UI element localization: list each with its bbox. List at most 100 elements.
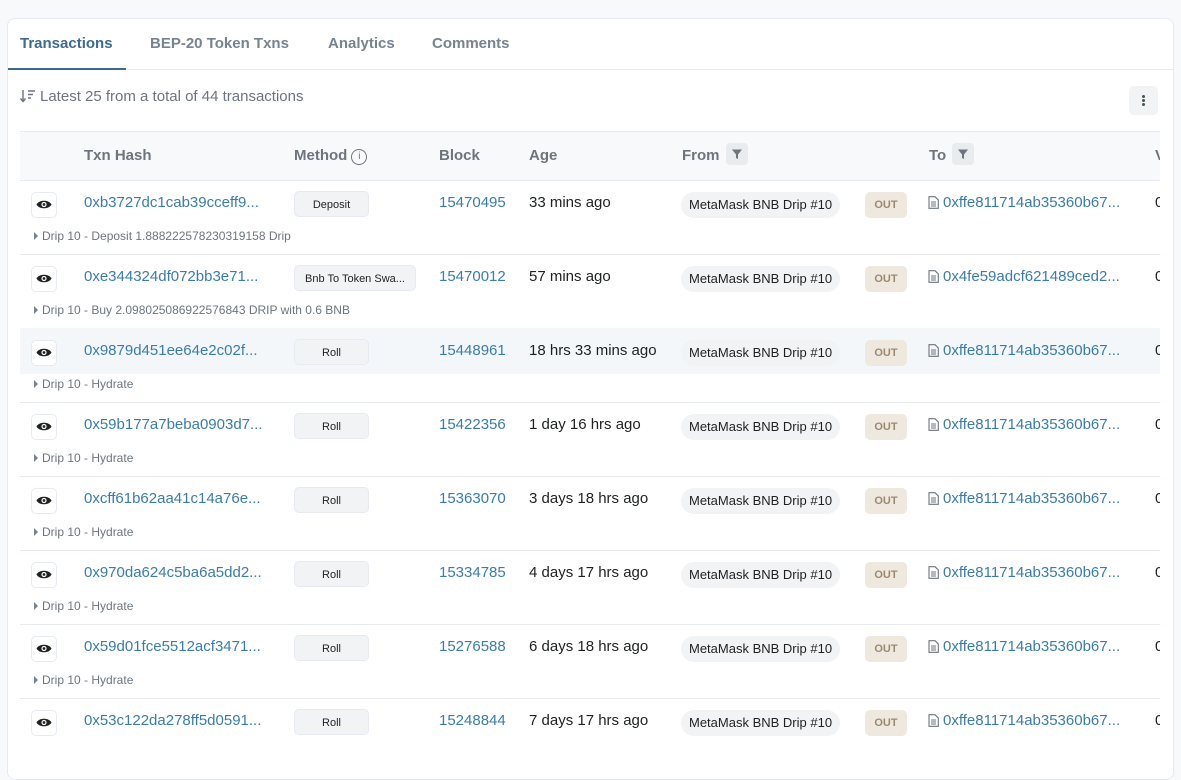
- column-header-block: Block: [439, 147, 480, 164]
- age-text: 57 mins ago: [529, 268, 611, 285]
- column-header-value: Va: [1155, 132, 1160, 180]
- txn-hash-link[interactable]: 0xb3727dc1cab39cceff9...: [84, 180, 274, 226]
- eye-icon: [36, 496, 52, 505]
- private-note[interactable]: Drip 10 - Deposit 1.888222578230319158 D…: [34, 229, 291, 243]
- transactions-card: Transactions BEP-20 Token Txns Analytics…: [7, 18, 1174, 780]
- column-header-age[interactable]: Age: [529, 132, 557, 180]
- age-text: 7 days 17 hrs ago: [529, 712, 649, 729]
- info-icon[interactable]: i: [351, 149, 368, 165]
- row-main: 0xe344324df072bb3e71... Bnb To Token Swa…: [20, 254, 1160, 300]
- block-link[interactable]: 15470012: [439, 254, 519, 300]
- block-link[interactable]: 15448961: [439, 328, 519, 374]
- table-row: 0x9879d451ee64e2c02f... Roll 15448961 18…: [20, 328, 1160, 403]
- private-note[interactable]: Drip 10 - Hydrate: [34, 673, 133, 687]
- table-row: 0x970da624c5ba6a5dd2... Roll 15334785 4 …: [20, 550, 1160, 625]
- from-address-badge[interactable]: MetaMask BNB Drip #10: [681, 488, 841, 514]
- tab-bar: Transactions BEP-20 Token Txns Analytics…: [8, 19, 1173, 70]
- private-note[interactable]: Drip 10 - Hydrate: [34, 599, 133, 613]
- private-note[interactable]: Drip 10 - Hydrate: [34, 377, 133, 391]
- column-header-txhash: Txn Hash: [84, 147, 152, 164]
- txn-hash-link[interactable]: 0x53c122da278ff5d0591...: [84, 698, 274, 744]
- private-note[interactable]: Drip 10 - Hydrate: [34, 451, 133, 465]
- view-details-button[interactable]: [31, 340, 57, 366]
- caret-right-icon: [34, 232, 38, 240]
- from-address-badge[interactable]: MetaMask BNB Drip #10: [681, 710, 841, 736]
- to-address-text: 0x4fe59adcf621489ced2...: [943, 268, 1120, 285]
- row-main: 0x9879d451ee64e2c02f... Roll 15448961 18…: [20, 328, 1160, 374]
- view-details-button[interactable]: [31, 488, 57, 514]
- contract-file-icon: [928, 714, 939, 727]
- block-link[interactable]: 15276588: [439, 624, 519, 670]
- view-details-button[interactable]: [31, 192, 57, 218]
- block-link[interactable]: 15422356: [439, 402, 519, 448]
- block-link[interactable]: 15363070: [439, 476, 519, 522]
- contract-file-icon: [928, 566, 939, 579]
- private-note[interactable]: Drip 10 - Buy 2.098025086922576843 DRIP …: [34, 303, 350, 317]
- txn-hash-link[interactable]: 0x59b177a7beba0903d7...: [84, 402, 274, 448]
- to-address-link[interactable]: 0xffe811714ab35360b67...: [928, 550, 1138, 596]
- direction-badge: OUT: [865, 636, 907, 662]
- caret-right-icon: [34, 602, 38, 610]
- to-address-link[interactable]: 0xffe811714ab35360b67...: [928, 698, 1138, 744]
- from-address-badge[interactable]: MetaMask BNB Drip #10: [681, 636, 841, 662]
- view-details-button[interactable]: [31, 414, 57, 440]
- txn-hash-link[interactable]: 0x9879d451ee64e2c02f...: [84, 328, 274, 374]
- value-text: 0: [1155, 180, 1160, 226]
- to-filter-button[interactable]: [952, 143, 975, 165]
- age-text: 3 days 18 hrs ago: [529, 490, 649, 507]
- row-main: 0xb3727dc1cab39cceff9... Deposit 1547049…: [20, 180, 1160, 226]
- txn-hash-link[interactable]: 0xcff61b62aa41c14a76e...: [84, 476, 274, 522]
- column-header-from-label: From: [682, 147, 720, 164]
- method-badge: Roll: [294, 339, 369, 365]
- from-address-badge[interactable]: MetaMask BNB Drip #10: [681, 192, 841, 218]
- table-row: 0x53c122da278ff5d0591... Roll 15248844 7…: [20, 698, 1160, 771]
- txn-hash-link[interactable]: 0x970da624c5ba6a5dd2...: [84, 550, 274, 596]
- private-note-text: Drip 10 - Hydrate: [42, 377, 134, 391]
- to-address-link[interactable]: 0x4fe59adcf621489ced2...: [928, 254, 1138, 300]
- tab-comments[interactable]: Comments: [432, 19, 510, 69]
- from-address-badge[interactable]: MetaMask BNB Drip #10: [681, 414, 841, 440]
- more-options-dot: [1142, 99, 1145, 102]
- row-main: 0x970da624c5ba6a5dd2... Roll 15334785 4 …: [20, 550, 1160, 596]
- private-note-text: Drip 10 - Hydrate: [42, 525, 134, 539]
- block-link[interactable]: 15470495: [439, 180, 519, 226]
- private-note[interactable]: Drip 10 - Hydrate: [34, 525, 133, 539]
- table-row: 0xe344324df072bb3e71... Bnb To Token Swa…: [20, 254, 1160, 329]
- view-details-button[interactable]: [31, 266, 57, 292]
- age-text: 4 days 17 hrs ago: [529, 564, 649, 581]
- eye-icon: [36, 200, 52, 209]
- sort-descending-icon: [20, 90, 35, 103]
- to-address-link[interactable]: 0xffe811714ab35360b67...: [928, 180, 1138, 226]
- column-header-from: From: [682, 132, 748, 180]
- tab-transactions[interactable]: Transactions: [8, 19, 126, 70]
- view-details-button[interactable]: [31, 562, 57, 588]
- block-link[interactable]: 15248844: [439, 698, 519, 744]
- summary-total: 44: [201, 88, 219, 105]
- block-link[interactable]: 15334785: [439, 550, 519, 596]
- view-details-button[interactable]: [31, 636, 57, 662]
- table-row: 0x59d01fce5512acf3471... Roll 15276588 6…: [20, 624, 1160, 699]
- value-text: 0: [1155, 698, 1160, 744]
- more-options-button[interactable]: [1129, 86, 1158, 115]
- to-address-text: 0xffe811714ab35360b67...: [943, 490, 1121, 507]
- tab-analytics[interactable]: Analytics: [328, 19, 395, 69]
- tab-bep20-token-txns[interactable]: BEP-20 Token Txns: [150, 19, 289, 69]
- to-address-link[interactable]: 0xffe811714ab35360b67...: [928, 624, 1138, 670]
- view-details-button[interactable]: [31, 710, 57, 736]
- from-address-badge[interactable]: MetaMask BNB Drip #10: [681, 562, 841, 588]
- column-header-method-label: Method: [294, 147, 348, 164]
- txn-hash-link[interactable]: 0xe344324df072bb3e71...: [84, 254, 274, 300]
- from-filter-button[interactable]: [725, 143, 748, 165]
- txn-hash-link[interactable]: 0x59d01fce5512acf3471...: [84, 624, 274, 670]
- transactions-table: Txn Hash Methodi Block Age From To Va 0x…: [20, 131, 1160, 771]
- to-address-link[interactable]: 0xffe811714ab35360b67...: [928, 402, 1138, 448]
- caret-right-icon: [34, 528, 38, 536]
- to-address-link[interactable]: 0xffe811714ab35360b67...: [928, 476, 1138, 522]
- to-address-link[interactable]: 0xffe811714ab35360b67...: [928, 328, 1138, 374]
- method-badge: Roll: [294, 709, 369, 735]
- caret-right-icon: [34, 454, 38, 462]
- from-address-badge[interactable]: MetaMask BNB Drip #10: [681, 340, 841, 366]
- method-badge: Roll: [294, 635, 369, 661]
- from-address-badge[interactable]: MetaMask BNB Drip #10: [681, 266, 841, 292]
- to-address-text: 0xffe811714ab35360b67...: [943, 416, 1121, 433]
